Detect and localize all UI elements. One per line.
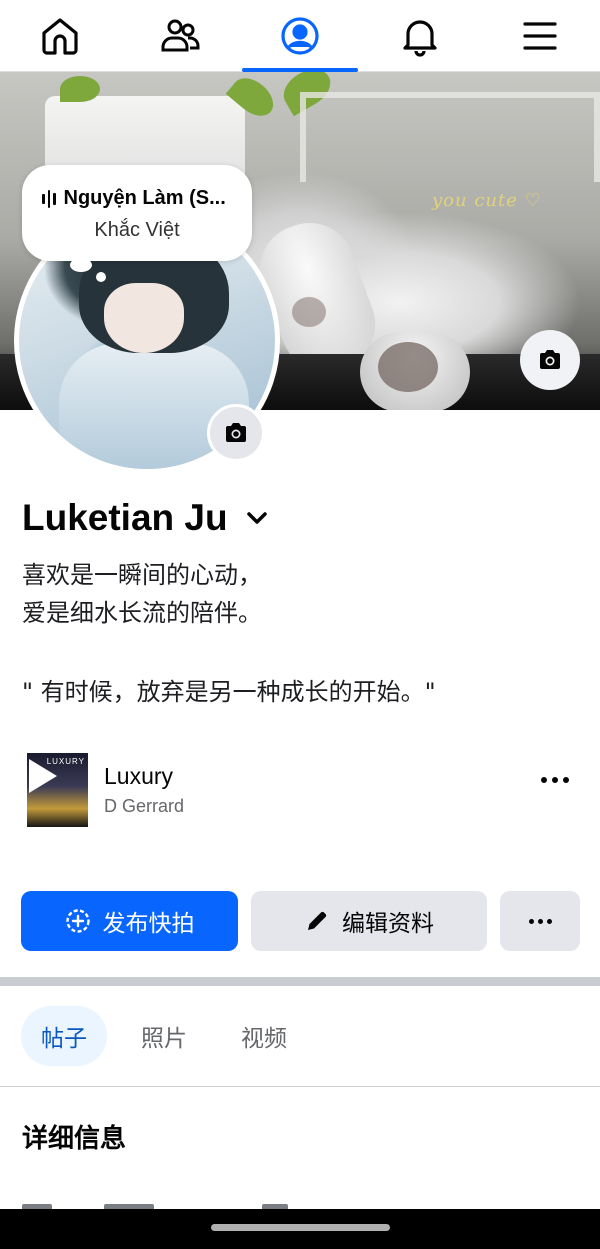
profile-icon	[281, 16, 319, 55]
play-icon	[29, 759, 57, 793]
hamburger-icon	[523, 21, 557, 50]
album-art[interactable]: LUXURY	[27, 753, 88, 827]
tab-photos[interactable]: 照片	[121, 1006, 207, 1066]
bubble-track-title: Nguyện Làm (S...	[63, 187, 226, 209]
cover-overlay-text: you cute ♡	[432, 190, 542, 211]
cat-paw-pad	[292, 297, 326, 327]
bio-line: 喜欢是一瞬间的心动，	[22, 561, 262, 589]
tab-profile[interactable]	[240, 0, 360, 72]
edit-profile-button[interactable]: 编辑资料	[251, 891, 487, 951]
camera-icon	[226, 423, 246, 442]
tab-posts[interactable]: 帖子	[21, 1006, 107, 1066]
bio-line: 爱是细水长流的陪伴。	[22, 599, 262, 627]
profile-music-bubble[interactable]: Nguyện Làm (S... Khắc Việt	[22, 165, 252, 261]
bell-icon	[403, 19, 437, 57]
camera-icon	[540, 350, 560, 369]
edit-avatar-button[interactable]	[207, 404, 265, 462]
chevron-down-icon	[246, 512, 267, 524]
more-options-icon[interactable]	[541, 777, 569, 783]
profile-name: Luketian Ju	[22, 497, 228, 538]
tab-notifications[interactable]	[360, 0, 480, 71]
bubble-track-row: Nguyện Làm (S...	[42, 187, 236, 210]
more-options-icon	[528, 918, 552, 924]
edit-cover-button[interactable]	[520, 330, 580, 390]
home-gesture-handle[interactable]	[211, 1224, 390, 1231]
bubble-tail-dot	[96, 272, 106, 282]
add-story-icon	[65, 909, 90, 933]
profile-name-row[interactable]: Luketian Ju	[22, 497, 272, 539]
tab-home[interactable]	[0, 0, 120, 71]
home-icon	[42, 17, 78, 55]
cover-window	[300, 92, 600, 182]
music-artist: D Gerrard	[104, 796, 185, 816]
cover-leaf	[60, 76, 100, 102]
details-heading: 详细信息	[22, 1124, 127, 1154]
top-navigation	[0, 0, 600, 72]
profile-bio: 喜欢是一瞬间的心动， 爱是细水长流的陪伴。	[22, 556, 262, 632]
music-title: Luxury	[104, 763, 174, 789]
cat-paw-pad	[378, 342, 438, 392]
pencil-icon	[308, 911, 327, 930]
profile-quote: " 有时候，放弃是另一种成长的开始。"	[22, 678, 436, 706]
tabs-divider	[0, 1086, 600, 1087]
edit-profile-label: 编辑资料	[342, 911, 434, 937]
bubble-tail	[70, 258, 92, 272]
add-story-label: 发布快拍	[102, 911, 195, 937]
system-gesture-bar	[0, 1209, 600, 1249]
profile-more-button[interactable]	[500, 891, 580, 951]
content-tabs: 帖子 照片 视频	[21, 1006, 307, 1066]
bubble-track-artist: Khắc Việt	[94, 219, 180, 241]
tab-menu[interactable]	[480, 0, 600, 71]
friends-icon	[161, 19, 200, 51]
audio-wave-icon	[42, 189, 56, 208]
tab-videos[interactable]: 视频	[221, 1006, 307, 1066]
profile-music-row[interactable]: LUXURY Luxury D Gerrard	[27, 753, 577, 827]
tab-friends[interactable]	[120, 0, 240, 71]
section-divider	[0, 977, 600, 986]
add-story-button[interactable]: 发布快拍	[21, 891, 238, 951]
avatar-figure-face	[104, 283, 184, 353]
